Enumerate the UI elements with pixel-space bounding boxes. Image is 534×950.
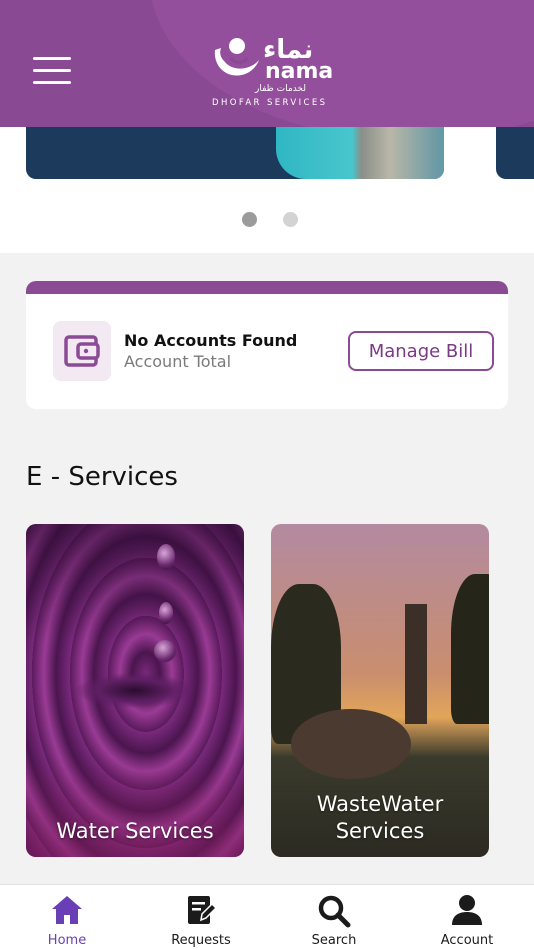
bottom-tab-bar: Home Requests Search Account (0, 884, 534, 950)
account-card: No Accounts Found Account Total Manage B… (26, 281, 508, 409)
water-drop-image (154, 640, 176, 662)
home-icon (52, 896, 82, 924)
banner-image (276, 127, 444, 179)
search-icon (318, 895, 351, 928)
wastewater-services-label: WasteWater Services (271, 791, 489, 845)
tab-account-label: Account (440, 933, 494, 948)
wastewater-label-line2: Services (335, 819, 425, 843)
account-card-accent-bar (26, 281, 508, 294)
account-status-title: No Accounts Found (124, 331, 298, 350)
hamburger-line (33, 57, 71, 60)
nama-logo-mark-icon (214, 38, 259, 76)
tab-account[interactable]: Account (400, 885, 534, 950)
carousel-dots (242, 212, 298, 227)
carousel-dot[interactable] (283, 212, 298, 227)
wastewater-services-card[interactable]: WasteWater Services (271, 524, 489, 857)
manage-bill-button[interactable]: Manage Bill (348, 331, 494, 371)
tab-requests-label: Requests (171, 933, 231, 948)
water-services-card[interactable]: Water Services (26, 524, 244, 857)
wallet-tile (53, 321, 111, 381)
edit-note-icon (188, 896, 217, 924)
logo-latin-text: nama (265, 59, 334, 84)
clock-tower-image (405, 604, 427, 724)
app-header: نماء nama لخدمات ظفار DHOFAR SERVICES (0, 0, 534, 127)
account-total-label: Account Total (124, 352, 232, 371)
banner-carousel[interactable] (0, 127, 534, 253)
wastewater-label-line1: WasteWater (316, 792, 444, 816)
wallet-icon (64, 335, 100, 367)
water-drop-image (157, 544, 175, 570)
carousel-dot-active[interactable] (242, 212, 257, 227)
tree-image (451, 574, 489, 724)
banner-slide[interactable] (26, 127, 444, 179)
water-drop-image (159, 602, 173, 624)
logo-subtitle: DHOFAR SERVICES (212, 98, 328, 108)
tab-home-label: Home (47, 933, 87, 948)
nama-logo: نماء nama لخدمات ظفار DHOFAR SERVICES (211, 36, 333, 111)
logo-arabic-subtitle: لخدمات ظفار (255, 84, 306, 94)
tab-home[interactable]: Home (0, 885, 134, 950)
tab-requests[interactable]: Requests (134, 885, 268, 950)
user-icon (452, 895, 482, 925)
tab-search[interactable]: Search (267, 885, 401, 950)
banner-slide-next[interactable] (496, 127, 534, 179)
hamburger-line (33, 81, 71, 84)
hamburger-line (33, 69, 71, 72)
eservices-title: E - Services (26, 462, 178, 492)
water-services-label: Water Services (56, 819, 214, 843)
tab-search-label: Search (311, 933, 357, 948)
fountain-image (291, 709, 411, 779)
menu-button[interactable] (33, 57, 71, 87)
